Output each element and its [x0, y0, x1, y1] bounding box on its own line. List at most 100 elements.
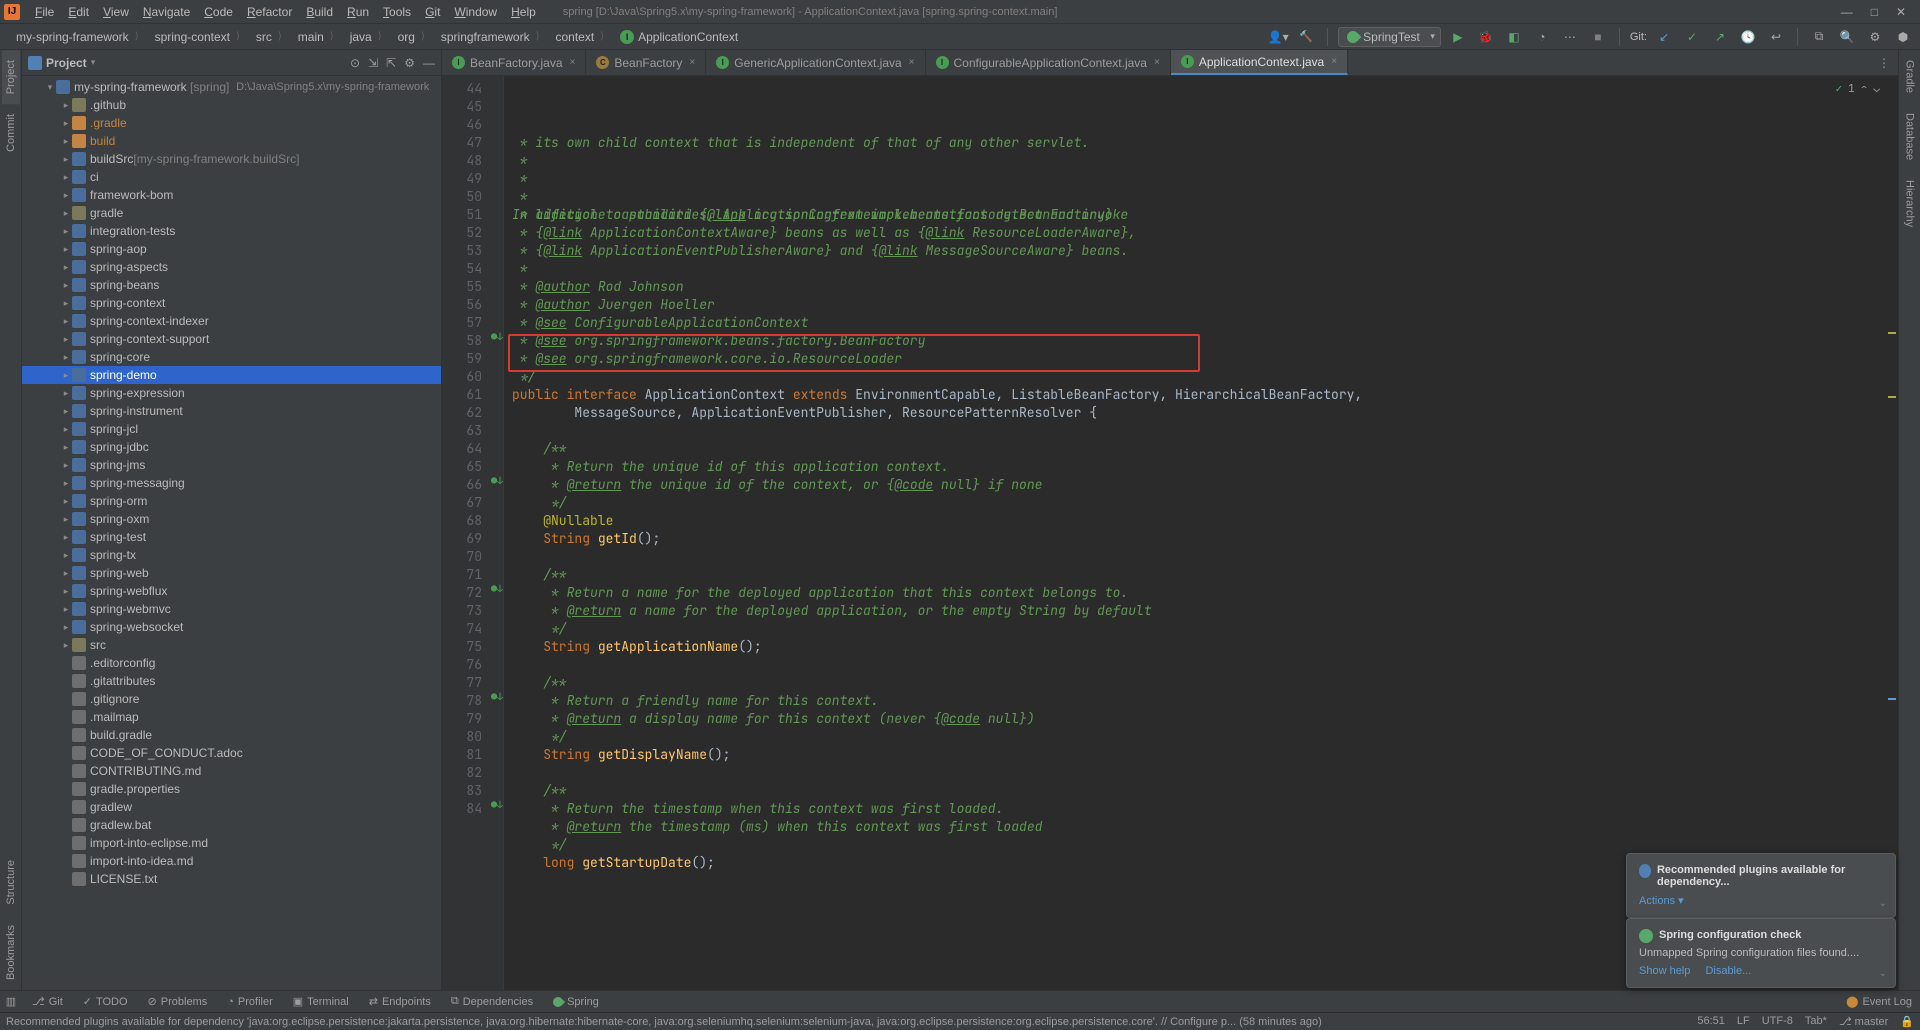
- tree-root[interactable]: ▾ my-spring-framework [spring] D:\Java\S…: [22, 78, 441, 96]
- more-run-button[interactable]: ⋯: [1559, 26, 1581, 48]
- editor-tab[interactable]: CBeanFactory×: [586, 50, 706, 75]
- editor-tab[interactable]: IApplicationContext.java×: [1171, 50, 1348, 75]
- breadcrumb-item[interactable]: IApplicationContext: [612, 26, 752, 48]
- editor-tab[interactable]: IConfigurableApplicationContext.java×: [926, 50, 1171, 75]
- tree-node[interactable]: .editorconfig: [22, 654, 441, 672]
- tree-node[interactable]: ▸spring-orm: [22, 492, 441, 510]
- project-tree[interactable]: ▾ my-spring-framework [spring] D:\Java\S…: [22, 76, 441, 990]
- indent-mode[interactable]: Tab*: [1805, 1015, 1827, 1028]
- tree-node[interactable]: ▸spring-messaging: [22, 474, 441, 492]
- notification-spring[interactable]: Spring configuration check Unmapped Spri…: [1626, 918, 1896, 988]
- breadcrumb-item[interactable]: spring-context: [147, 26, 248, 48]
- tool-git[interactable]: ⎇Git: [22, 991, 73, 1012]
- select-opened-file-button[interactable]: ⊙: [350, 56, 360, 70]
- tree-node[interactable]: .mailmap: [22, 708, 441, 726]
- notification-plugins[interactable]: Recommended plugins available for depend…: [1626, 853, 1896, 918]
- chevron-down-icon[interactable]: ⌄: [1879, 968, 1887, 979]
- tree-node[interactable]: ▸spring-oxm: [22, 510, 441, 528]
- inspections-widget[interactable]: ✓1 ⌃⌄: [1836, 80, 1880, 98]
- menu-edit[interactable]: Edit: [61, 5, 96, 19]
- line-separator[interactable]: LF: [1737, 1015, 1750, 1028]
- git-commit-button[interactable]: ✓: [1681, 26, 1703, 48]
- ide-errors-icon[interactable]: ⬢: [1892, 26, 1914, 48]
- tree-node[interactable]: ▸spring-test: [22, 528, 441, 546]
- caret-position[interactable]: 56:51: [1697, 1015, 1725, 1028]
- user-icon[interactable]: 👤▾: [1267, 26, 1289, 48]
- tree-node[interactable]: ▸gradle: [22, 204, 441, 222]
- tree-node[interactable]: ▸spring-aspects: [22, 258, 441, 276]
- tree-node[interactable]: ▸spring-jdbc: [22, 438, 441, 456]
- chevron-down-icon[interactable]: ⌄: [1879, 898, 1887, 909]
- collapse-all-button[interactable]: ⇱: [386, 56, 396, 70]
- tree-node[interactable]: gradlew: [22, 798, 441, 816]
- tree-node[interactable]: import-into-eclipse.md: [22, 834, 441, 852]
- menu-file[interactable]: File: [28, 5, 61, 19]
- tree-node[interactable]: gradle.properties: [22, 780, 441, 798]
- tree-node[interactable]: ▸spring-expression: [22, 384, 441, 402]
- menu-view[interactable]: View: [96, 5, 136, 19]
- breadcrumb-item[interactable]: src: [248, 26, 290, 48]
- tree-node[interactable]: ▸spring-core: [22, 348, 441, 366]
- tree-node[interactable]: ▸spring-instrument: [22, 402, 441, 420]
- settings-button[interactable]: ⚙: [1864, 26, 1886, 48]
- tool-tab-database[interactable]: Database: [1901, 103, 1919, 170]
- menu-git[interactable]: Git: [418, 5, 447, 19]
- hide-panel-button[interactable]: —: [423, 56, 435, 70]
- tree-node[interactable]: ▸spring-beans: [22, 276, 441, 294]
- menu-tools[interactable]: Tools: [376, 5, 418, 19]
- breadcrumb-item[interactable]: context: [547, 26, 612, 48]
- menu-run[interactable]: Run: [340, 5, 376, 19]
- tree-node[interactable]: ▸.gradle: [22, 114, 441, 132]
- tree-node[interactable]: ▸spring-webflux: [22, 582, 441, 600]
- show-help-link[interactable]: Show help: [1639, 965, 1690, 977]
- event-log-button[interactable]: Event Log: [1862, 996, 1912, 1008]
- tabs-dropdown-button[interactable]: ⋮: [1878, 56, 1890, 70]
- gutter-marks[interactable]: ●↓●↓●↓●↓●↓: [490, 76, 504, 990]
- tool-windows-button[interactable]: ▥: [0, 995, 22, 1008]
- tool-tab-bookmarks[interactable]: Bookmarks: [2, 915, 20, 990]
- breadcrumb-item[interactable]: main: [290, 26, 342, 48]
- tool-tab-gradle[interactable]: Gradle: [1901, 50, 1919, 103]
- stop-button[interactable]: ■: [1587, 26, 1609, 48]
- memory-indicator[interactable]: 🔒: [1900, 1015, 1914, 1028]
- tool-dependencies[interactable]: ⧉Dependencies: [441, 991, 543, 1012]
- tool-tab-hierarchy[interactable]: Hierarchy: [1901, 170, 1919, 237]
- editor-tab[interactable]: IGenericApplicationContext.java×: [706, 50, 925, 75]
- build-button[interactable]: [1295, 26, 1317, 48]
- tree-node[interactable]: ▸spring-context-support: [22, 330, 441, 348]
- menu-window[interactable]: Window: [447, 5, 504, 19]
- tree-node[interactable]: ▸spring-tx: [22, 546, 441, 564]
- notification-actions-link[interactable]: Actions ▾: [1639, 895, 1684, 907]
- tool-problems[interactable]: ⊘Problems: [138, 991, 218, 1012]
- tool-todo[interactable]: ✓TODO: [73, 991, 138, 1012]
- breadcrumb-item[interactable]: springframework: [433, 26, 548, 48]
- breadcrumb-item[interactable]: my-spring-framework: [8, 26, 147, 48]
- event-log-icon[interactable]: ⬤: [1846, 995, 1858, 1008]
- code-with-me-icon[interactable]: ⧉: [1808, 26, 1830, 48]
- status-message[interactable]: Recommended plugins available for depend…: [6, 1016, 1697, 1028]
- git-rollback-button[interactable]: ↩: [1765, 26, 1787, 48]
- git-branch[interactable]: ⎇ master: [1839, 1015, 1888, 1028]
- debug-button[interactable]: 🐞: [1475, 26, 1497, 48]
- tree-node[interactable]: ▸spring-context: [22, 294, 441, 312]
- tree-node[interactable]: import-into-idea.md: [22, 852, 441, 870]
- search-everywhere-button[interactable]: 🔍: [1836, 26, 1858, 48]
- tree-node[interactable]: ▸spring-web: [22, 564, 441, 582]
- panel-settings-button[interactable]: ⚙: [404, 56, 415, 70]
- tree-node[interactable]: .gitattributes: [22, 672, 441, 690]
- close-button[interactable]: ✕: [1896, 5, 1906, 19]
- tree-node[interactable]: CODE_OF_CONDUCT.adoc: [22, 744, 441, 762]
- tool-endpoints[interactable]: ⇄Endpoints: [359, 991, 441, 1012]
- menu-navigate[interactable]: Navigate: [136, 5, 197, 19]
- run-button[interactable]: ▶: [1447, 26, 1469, 48]
- tool-tab-structure[interactable]: Structure: [2, 850, 20, 915]
- tree-node[interactable]: CONTRIBUTING.md: [22, 762, 441, 780]
- editor-tab[interactable]: IBeanFactory.java×: [442, 50, 586, 75]
- tree-node[interactable]: ▸src: [22, 636, 441, 654]
- git-history-button[interactable]: 🕓: [1737, 26, 1759, 48]
- tool-tab-project[interactable]: Project: [2, 50, 20, 104]
- tree-node[interactable]: ▸spring-jcl: [22, 420, 441, 438]
- coverage-button[interactable]: ◧: [1503, 26, 1525, 48]
- run-config-dropdown[interactable]: SpringTest: [1338, 27, 1441, 47]
- menu-code[interactable]: Code: [197, 5, 240, 19]
